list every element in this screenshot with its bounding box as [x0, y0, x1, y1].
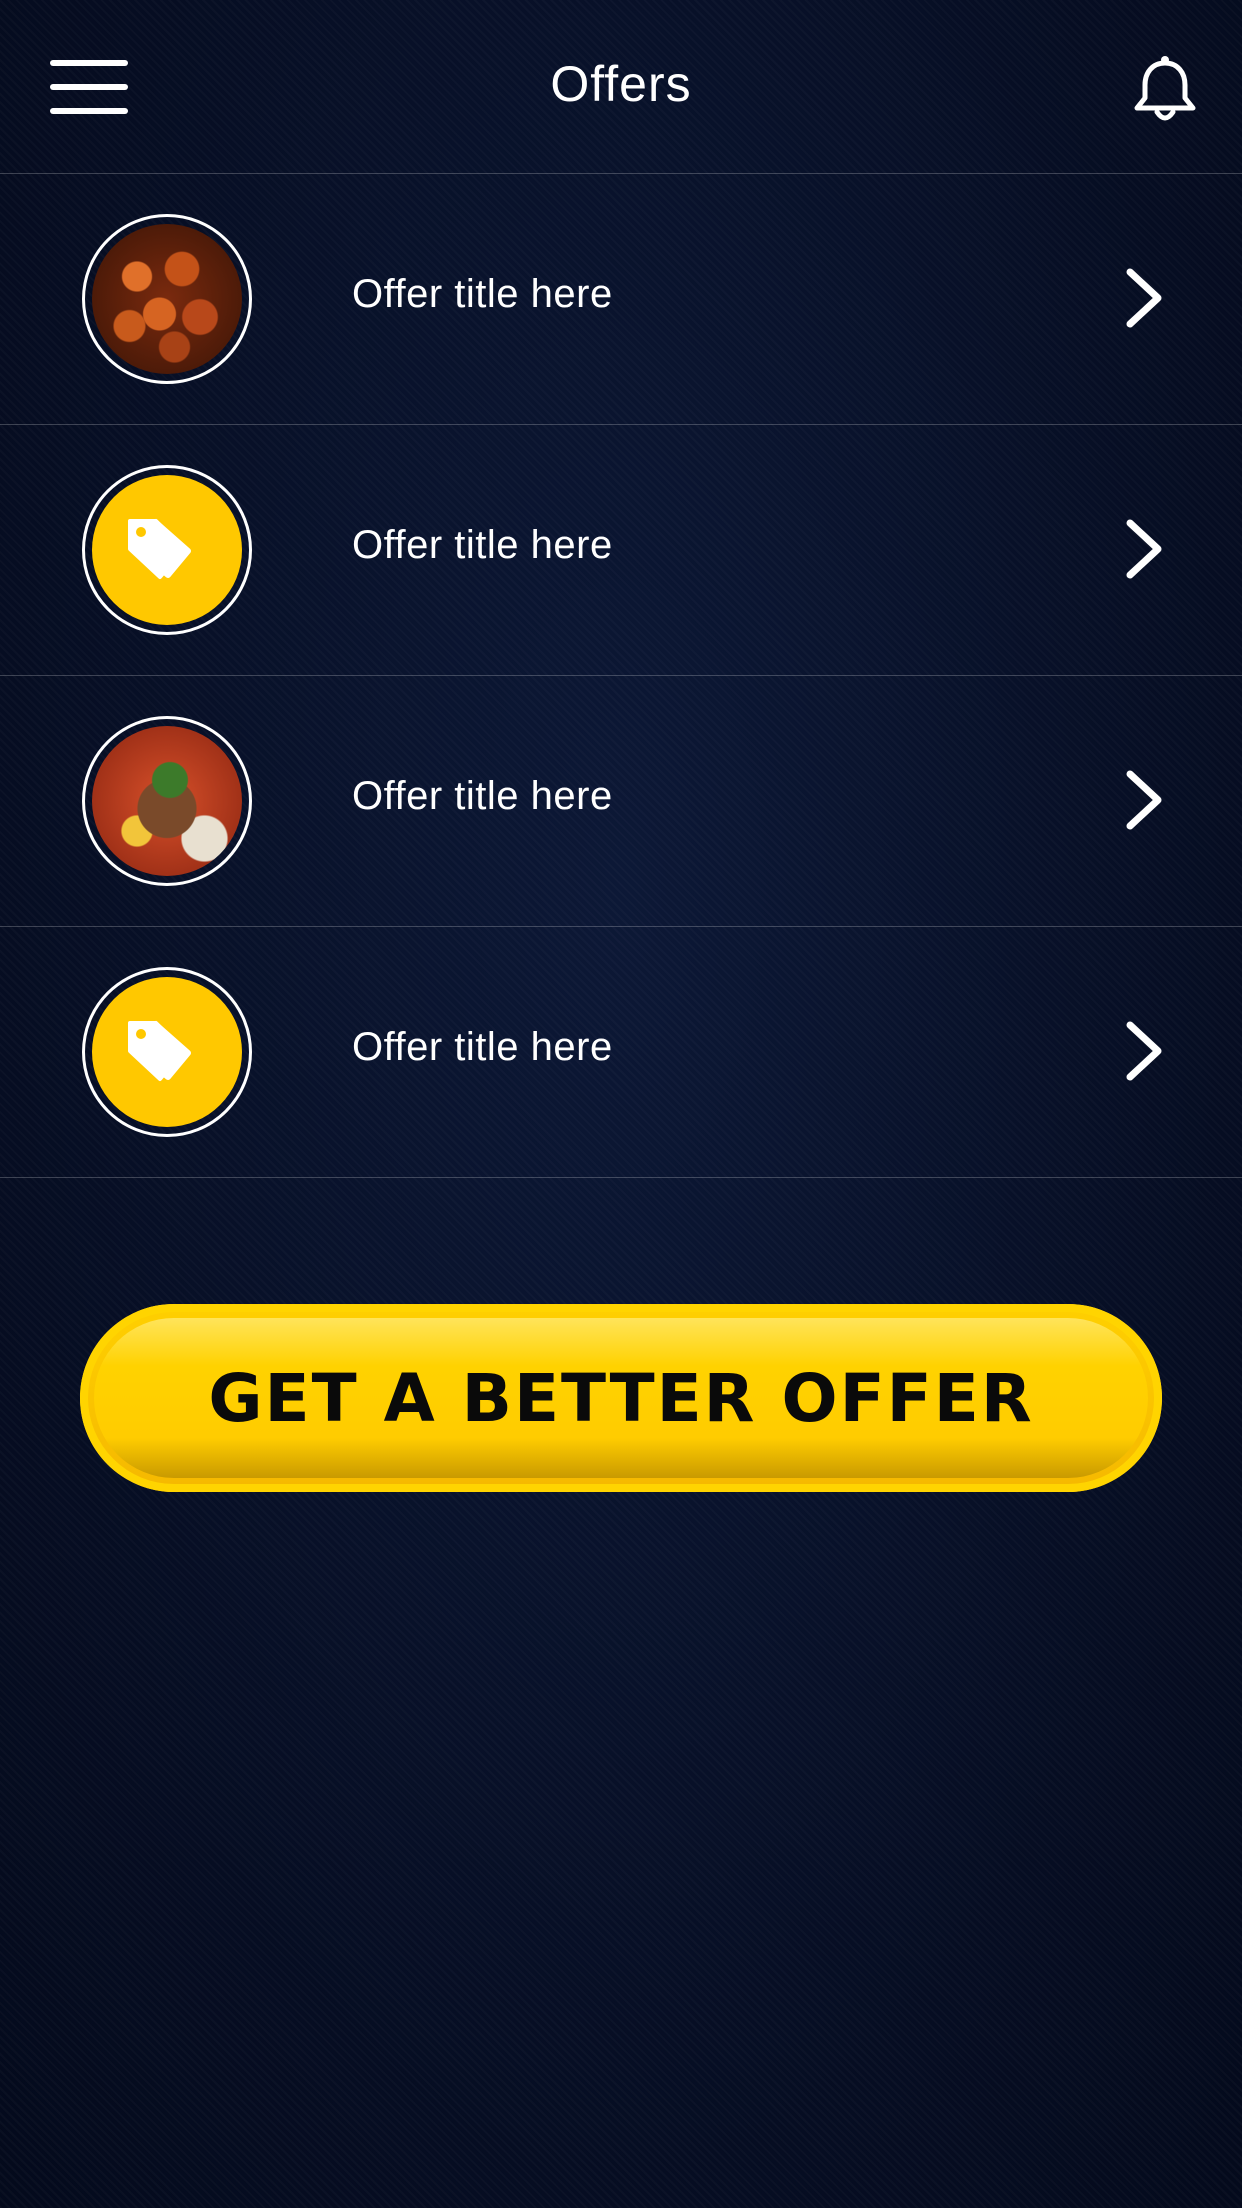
- offer-row[interactable]: Offer title here: [0, 425, 1242, 676]
- cta-label: GET A BETTER OFFER: [208, 1359, 1034, 1437]
- offer-row[interactable]: Offer title here: [0, 174, 1242, 425]
- offer-row[interactable]: Offer title here: [0, 927, 1242, 1178]
- chevron-right-icon[interactable]: [1124, 1019, 1166, 1083]
- tag-icon: [128, 518, 191, 579]
- chevron-right-icon[interactable]: [1124, 517, 1166, 581]
- food-image: [92, 726, 242, 876]
- food-image: [92, 224, 242, 374]
- cta-face: GET A BETTER OFFER: [94, 1318, 1148, 1478]
- get-better-offer-button[interactable]: GET A BETTER OFFER: [80, 1304, 1162, 1492]
- offer-thumbnail: [82, 214, 252, 384]
- offer-title: Offer title here: [352, 1025, 613, 1069]
- chevron-right-icon[interactable]: [1124, 768, 1166, 832]
- offer-thumbnail: [82, 465, 252, 635]
- offer-row[interactable]: Offer title here: [0, 676, 1242, 927]
- offer-title: Offer title here: [352, 272, 613, 316]
- chevron-right-icon[interactable]: [1124, 266, 1166, 330]
- bell-icon[interactable]: [1132, 54, 1198, 124]
- tag-icon-badge: [92, 475, 242, 625]
- tag-icon-badge: [92, 977, 242, 1127]
- offers-list: Offer title here Offer title here Offer …: [0, 174, 1242, 1178]
- app-header: Offers: [0, 0, 1242, 174]
- tag-icon: [128, 1020, 191, 1081]
- offer-thumbnail: [82, 967, 252, 1137]
- offer-title: Offer title here: [352, 523, 613, 567]
- offer-title: Offer title here: [352, 774, 613, 818]
- offer-thumbnail: [82, 716, 252, 886]
- page-title: Offers: [550, 56, 692, 112]
